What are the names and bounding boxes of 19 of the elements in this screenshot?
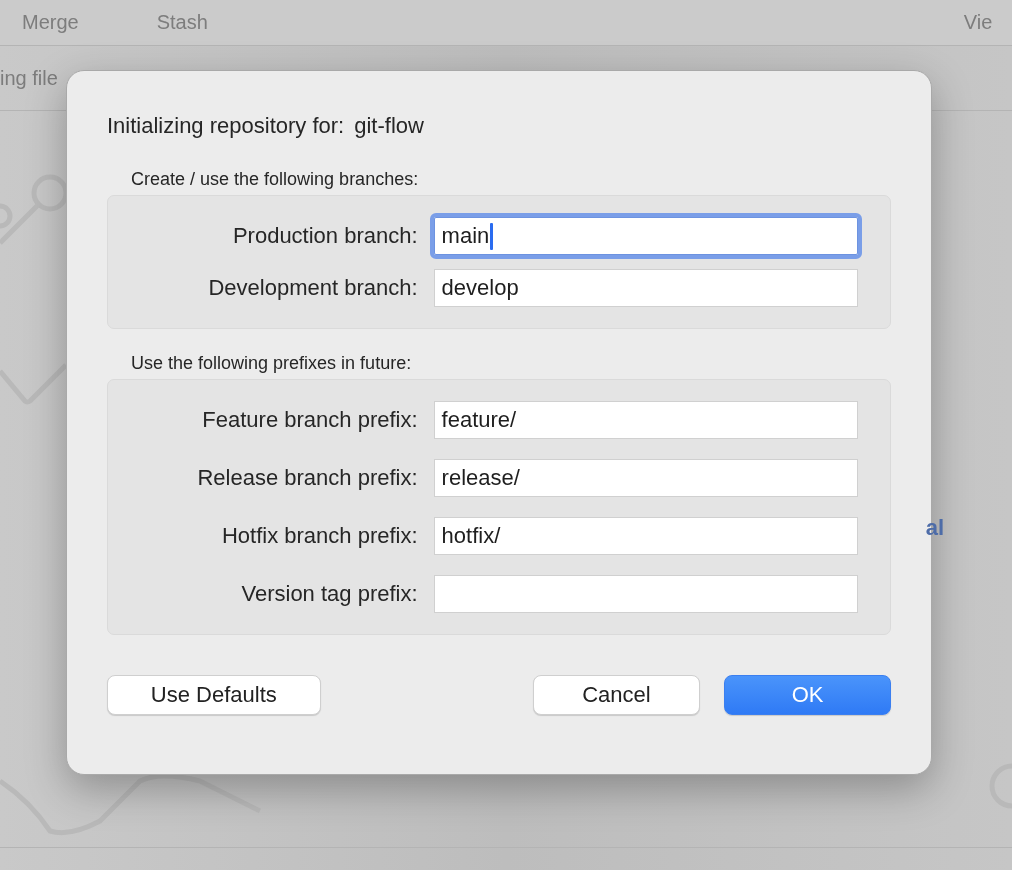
repository-name: git-flow	[354, 113, 424, 139]
text-field[interactable]: hotfix/	[433, 517, 858, 555]
text-field[interactable]: feature/	[433, 401, 858, 439]
text-field[interactable]: develop	[433, 269, 858, 307]
dialog-title: Initializing repository for:	[107, 113, 345, 139]
status-text: ing file	[0, 66, 58, 90]
field-label: Production branch:	[231, 223, 419, 249]
dialog-button[interactable]: Use Defaults	[107, 675, 321, 715]
text-field[interactable]	[433, 575, 858, 613]
dialog-button[interactable]: Cancel	[532, 675, 701, 715]
field-label: Version tag prefix:	[240, 581, 419, 607]
field-label: Feature branch prefix:	[201, 407, 419, 433]
group-label: Create / use the following branches:	[131, 169, 420, 190]
group-label: Use the following prefixes in future:	[131, 353, 413, 374]
background-text: al	[925, 515, 944, 541]
field-label: Release branch prefix:	[196, 465, 419, 491]
field-label: Hotfix branch prefix:	[220, 523, 419, 549]
text-field[interactable]: release/	[433, 459, 858, 497]
field-label: Development branch:	[207, 275, 419, 301]
